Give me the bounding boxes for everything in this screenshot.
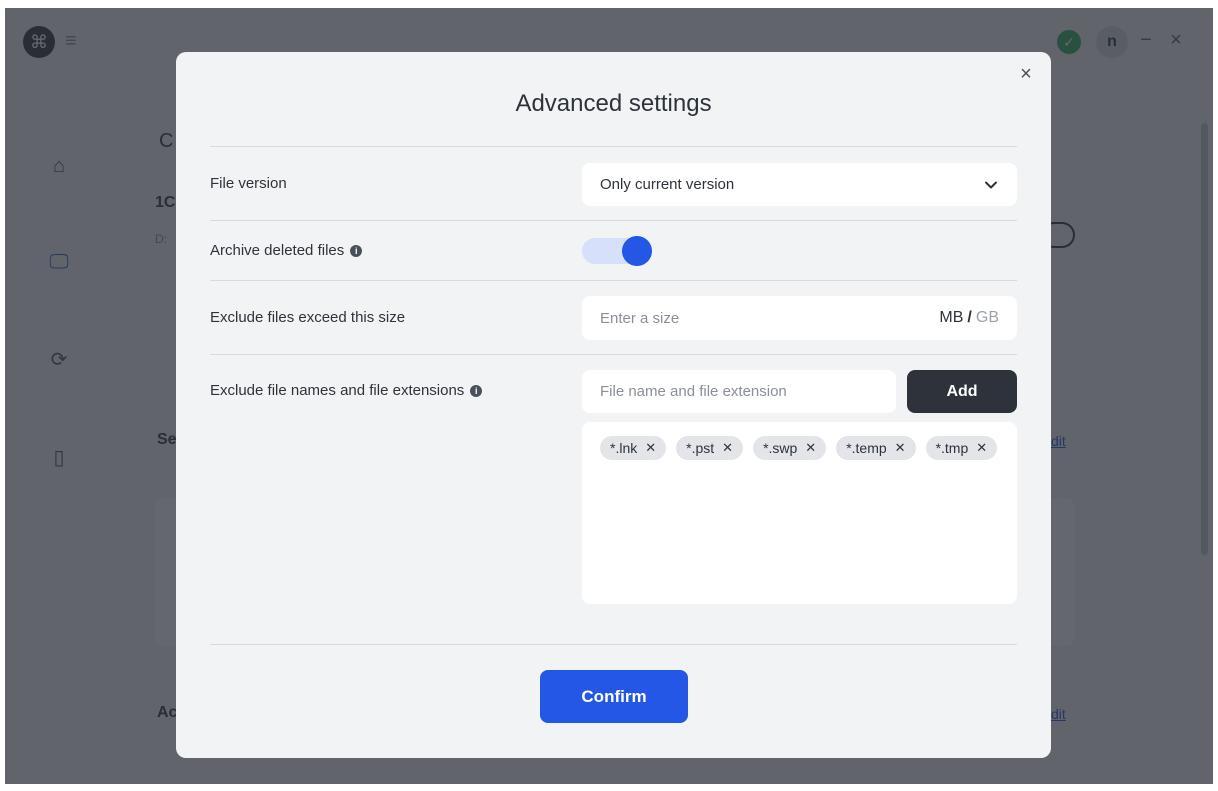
file-version-label-text: File version <box>210 175 287 192</box>
archive-deleted-label-text: Archive deleted files <box>210 242 345 259</box>
tag-label: *.pst <box>686 440 715 456</box>
exclude-size-label: Exclude files exceed this size <box>210 309 405 326</box>
tag-label: *.temp <box>846 440 887 456</box>
extension-input[interactable] <box>582 370 896 413</box>
tag-label: *.swp <box>763 440 798 456</box>
toggle-knob <box>622 236 652 266</box>
size-input[interactable] <box>582 296 902 340</box>
divider <box>210 644 1017 645</box>
remove-tag-icon[interactable]: ✕ <box>976 440 987 456</box>
tag-label: *.lnk <box>610 440 638 456</box>
dialog-title: Advanced settings <box>515 90 712 117</box>
chevron-down-icon <box>985 181 997 188</box>
tag-item: *.temp ✕ <box>836 436 916 460</box>
divider <box>210 220 1017 221</box>
file-version-value: Only current version <box>600 176 735 193</box>
remove-tag-icon[interactable]: ✕ <box>895 440 906 456</box>
divider <box>210 354 1017 355</box>
archive-deleted-label: Archive deleted files i <box>210 242 363 259</box>
info-icon[interactable]: i <box>470 384 483 397</box>
divider <box>210 280 1017 281</box>
unit-separator: / <box>967 309 972 326</box>
remove-tag-icon[interactable]: ✕ <box>645 440 656 456</box>
unit-selector: MB / GB <box>939 296 999 340</box>
tag-item: *.pst ✕ <box>676 436 744 460</box>
unit-mb-option[interactable]: MB <box>939 309 963 327</box>
tag-item: *.lnk ✕ <box>600 436 667 460</box>
info-icon[interactable]: i <box>350 244 363 257</box>
excluded-tags-box: *.lnk ✕ *.pst ✕ *.swp ✕ *.temp ✕ *.tmp ✕ <box>582 422 1017 604</box>
tag-item: *.tmp ✕ <box>925 436 998 460</box>
tag-label: *.tmp <box>935 440 969 456</box>
archive-deleted-toggle[interactable] <box>582 236 652 266</box>
remove-tag-icon[interactable]: ✕ <box>722 440 733 456</box>
add-button[interactable]: Add <box>907 370 1017 413</box>
exclude-names-label: Exclude file names and file extensions i <box>210 382 483 399</box>
size-field: MB / GB <box>582 296 1017 340</box>
remove-tag-icon[interactable]: ✕ <box>805 440 816 456</box>
divider <box>210 146 1017 147</box>
advanced-settings-dialog: × Advanced settings File version Only cu… <box>176 52 1051 758</box>
exclude-names-label-text: Exclude file names and file extensions <box>210 382 465 399</box>
file-version-label: File version <box>210 175 287 192</box>
confirm-button[interactable]: Confirm <box>540 670 688 723</box>
unit-gb-option[interactable]: GB <box>976 309 999 327</box>
tag-item: *.swp ✕ <box>753 436 827 460</box>
exclude-size-label-text: Exclude files exceed this size <box>210 309 406 326</box>
file-version-select[interactable]: Only current version <box>582 163 1017 206</box>
close-icon[interactable]: × <box>1014 62 1038 86</box>
